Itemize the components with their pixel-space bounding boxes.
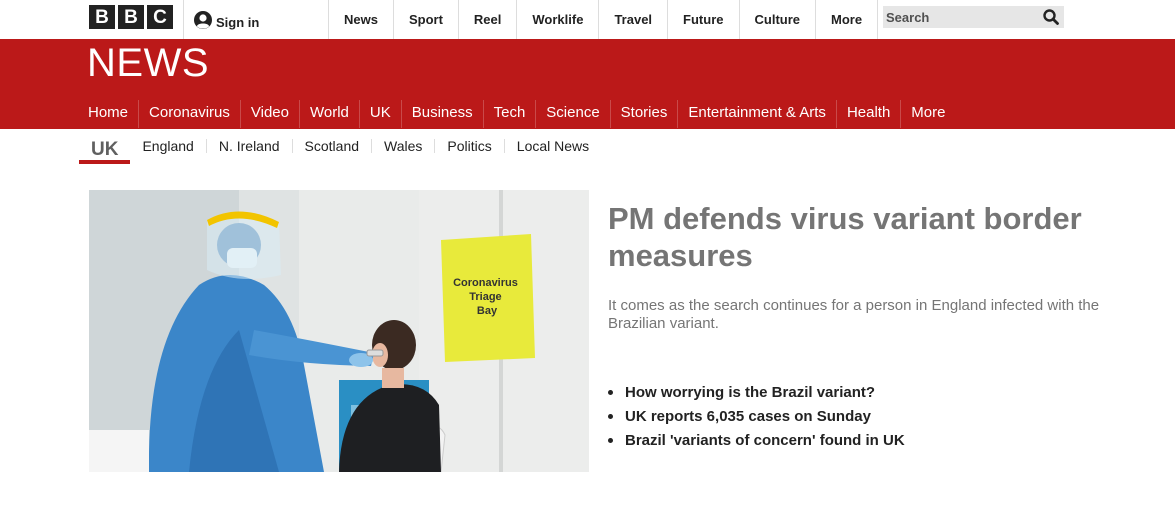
global-nav-news[interactable]: News [328, 0, 393, 39]
news-banner: NEWS Home Coronavirus Video World UK Bus… [0, 39, 1175, 129]
global-nav-future[interactable]: Future [667, 0, 738, 39]
section-subnav: UK England N. Ireland Scotland Wales Pol… [79, 129, 601, 165]
subnav-item-england[interactable]: England [130, 139, 207, 153]
news-nav: Home Coronavirus Video World UK Business… [80, 100, 955, 128]
global-nav: News Sport Reel Worklife Travel Future C… [328, 0, 879, 39]
news-nav-video[interactable]: Video [241, 100, 300, 128]
news-title[interactable]: NEWS [87, 41, 209, 86]
subnav-item-scotland[interactable]: Scotland [293, 139, 373, 153]
bbc-logo-letter: B [89, 5, 115, 29]
news-nav-coronavirus[interactable]: Coronavirus [139, 100, 241, 128]
news-nav-world[interactable]: World [300, 100, 360, 128]
news-nav-tech[interactable]: Tech [484, 100, 537, 128]
user-icon [194, 10, 212, 29]
search-icon[interactable] [1042, 8, 1060, 26]
subnav-current-uk[interactable]: UK [79, 129, 131, 164]
story-summary: It comes as the search continues for a p… [608, 297, 1100, 332]
news-nav-more[interactable]: More [901, 100, 955, 128]
global-nav-sport[interactable]: Sport [392, 0, 458, 39]
related-link[interactable]: UK reports 6,035 cases on Sunday [608, 405, 905, 429]
global-nav-worklife[interactable]: Worklife [516, 0, 598, 39]
bbc-logo[interactable]: B B C [89, 5, 173, 29]
story-headline[interactable]: PM defends virus variant border measures [608, 200, 1118, 274]
search-input[interactable] [883, 9, 1033, 25]
news-nav-science[interactable]: Science [536, 100, 611, 128]
global-nav-culture[interactable]: Culture [738, 0, 816, 39]
related-links: How worrying is the Brazil variant? UK r… [608, 381, 905, 453]
global-nav-more[interactable]: More [815, 0, 879, 39]
subnav-item-wales[interactable]: Wales [372, 139, 436, 153]
sign-in-label: Sign in [216, 15, 260, 30]
global-nav-travel[interactable]: Travel [598, 0, 667, 39]
news-nav-uk[interactable]: UK [360, 100, 402, 128]
story-image[interactable]: Coronavirus Triage Bay [89, 190, 589, 472]
related-link[interactable]: How worrying is the Brazil variant? [608, 381, 905, 405]
global-nav-reel[interactable]: Reel [457, 0, 516, 39]
sign-in-link[interactable]: Sign in [194, 9, 259, 30]
search-box [883, 6, 1064, 28]
subnav-item-n-ireland[interactable]: N. Ireland [207, 139, 293, 153]
news-nav-home[interactable]: Home [80, 100, 140, 128]
related-link[interactable]: Brazil 'variants of concern' found in UK [608, 429, 905, 453]
bbc-logo-letter: C [147, 5, 173, 29]
news-nav-entertainment-arts[interactable]: Entertainment & Arts [678, 100, 837, 128]
news-nav-stories[interactable]: Stories [611, 100, 679, 128]
news-nav-business[interactable]: Business [402, 100, 484, 128]
global-header: B B C Sign in News Sport Reel Worklife T… [0, 0, 1175, 39]
header-divider [183, 0, 184, 39]
news-nav-health[interactable]: Health [837, 100, 902, 128]
subnav-item-local-news[interactable]: Local News [505, 139, 601, 153]
bbc-logo-letter: B [118, 5, 144, 29]
subnav-item-politics[interactable]: Politics [435, 139, 505, 153]
